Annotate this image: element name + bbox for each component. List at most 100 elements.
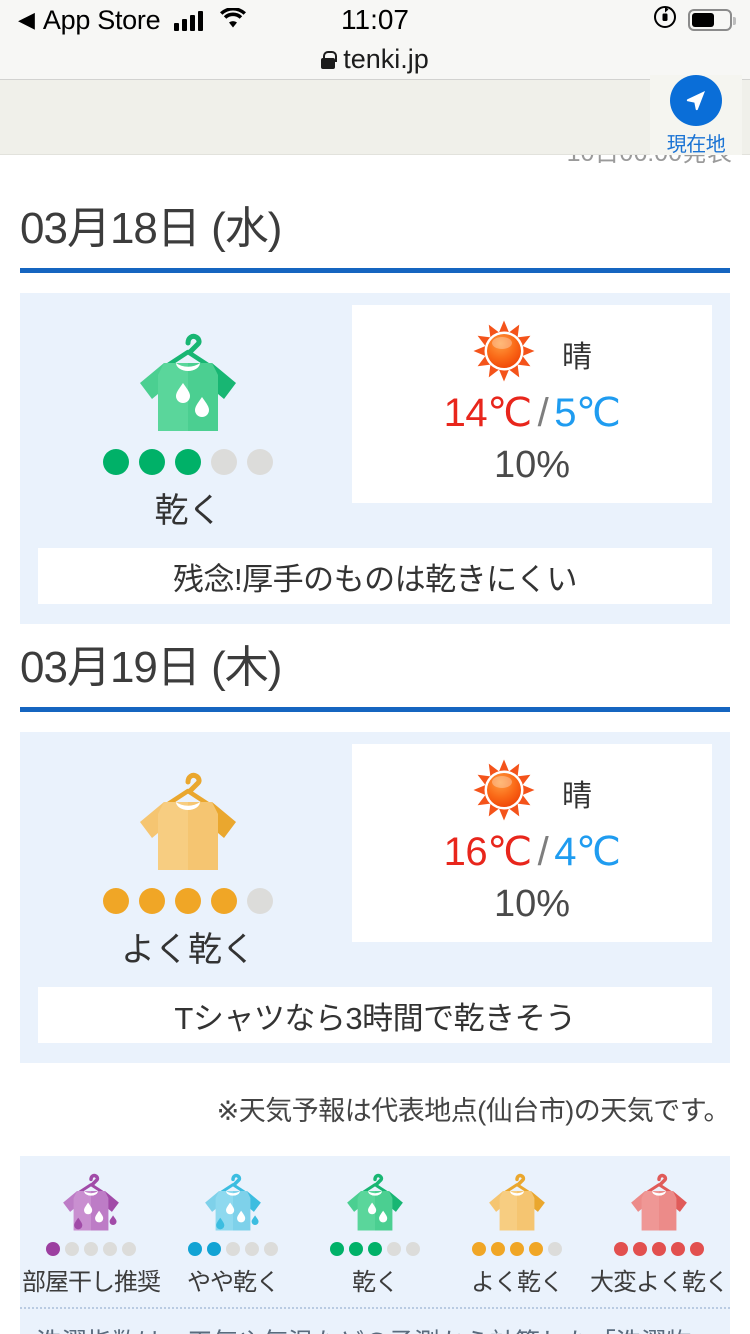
level-dot	[175, 888, 201, 914]
legend-item-5: 大変よく乾く	[588, 1168, 730, 1297]
current-location-button[interactable]: 現在地	[650, 75, 742, 157]
level-dot	[510, 1242, 524, 1256]
sun-icon	[472, 319, 536, 388]
legend-level-dots	[614, 1242, 704, 1256]
laundry-level-label: 乾く	[154, 492, 223, 530]
laundry-level-label: よく乾く	[121, 931, 256, 969]
low-temperature: 4℃	[554, 830, 621, 874]
day-divider	[20, 268, 730, 273]
level-dot	[139, 449, 165, 475]
legend-item-3: 乾く	[304, 1168, 446, 1297]
temperature-separator: /	[537, 391, 549, 435]
day-card-0: 乾く 晴 14℃/5℃ 10% 残念!厚手のものは乾きにくい	[20, 293, 730, 624]
level-dot	[247, 449, 273, 475]
legend-level-dots	[46, 1242, 136, 1256]
shirt-icon	[197, 1168, 269, 1234]
temperature-row: 14℃/5℃	[444, 390, 621, 436]
shirt-icon	[126, 746, 250, 876]
legend-label: 大変よく乾く	[590, 1269, 729, 1296]
level-dot	[211, 449, 237, 475]
level-dot	[264, 1242, 278, 1256]
low-temperature: 5℃	[554, 391, 621, 435]
level-dot	[671, 1242, 685, 1256]
shirt-icon	[55, 1168, 127, 1234]
laundry-level-dots	[103, 888, 273, 914]
legend-level-dots	[330, 1242, 420, 1256]
high-temperature: 16℃	[443, 830, 532, 874]
level-dot	[368, 1242, 382, 1256]
weather-panel-0: 晴 14℃/5℃ 10%	[352, 305, 712, 503]
laundry-index-legend: 部屋干し推奨 やや乾く 乾く よく乾く 大変よく乾く	[20, 1156, 730, 1307]
temperature-separator: /	[537, 830, 549, 874]
lock-icon	[321, 50, 338, 69]
level-dot	[472, 1242, 486, 1256]
level-dot	[690, 1242, 704, 1256]
level-dot	[491, 1242, 505, 1256]
shirt-icon	[481, 1168, 553, 1234]
day-header-0: 03月18日 (水)	[0, 185, 750, 273]
level-dot	[207, 1242, 221, 1256]
level-dot	[247, 888, 273, 914]
day-header-1: 03月19日 (木)	[0, 624, 750, 712]
level-dot	[548, 1242, 562, 1256]
browser-url-bar[interactable]: tenki.jp	[0, 40, 750, 80]
level-dot	[614, 1242, 628, 1256]
day-card-top: よく乾く 晴 16℃/4℃ 10%	[38, 744, 712, 971]
level-dot	[349, 1242, 363, 1256]
legend-item-2: やや乾く	[162, 1168, 304, 1297]
weather-condition-label: 晴	[562, 340, 592, 374]
clipped-announcement-row: 10日06:00発表	[0, 155, 750, 185]
day-date-label: 03月19日 (木)	[20, 643, 282, 692]
legend-item-1: 部屋干し推奨	[20, 1168, 162, 1297]
legend-label: 部屋干し推奨	[22, 1269, 161, 1296]
weather-condition-row: 晴	[472, 319, 592, 388]
shirt-icon	[623, 1168, 695, 1234]
weather-panel-1: 晴 16℃/4℃ 10%	[352, 744, 712, 942]
laundry-comment-1: Tシャツなら3時間で乾きそう	[38, 987, 712, 1043]
level-dot	[211, 888, 237, 914]
level-dot	[633, 1242, 647, 1256]
weather-condition-label: 晴	[562, 779, 592, 813]
precipitation-probability: 10%	[493, 444, 571, 486]
level-dot	[103, 449, 129, 475]
level-dot	[652, 1242, 666, 1256]
level-dot	[122, 1242, 136, 1256]
legend-label: やや乾く	[187, 1269, 280, 1296]
precipitation-probability: 10%	[493, 883, 571, 925]
legend-level-dots	[188, 1242, 278, 1256]
laundry-comment-0: 残念!厚手のものは乾きにくい	[38, 548, 712, 604]
ios-status-bar: ◀ App Store 11:07	[0, 0, 750, 40]
level-dot	[103, 888, 129, 914]
level-dot	[529, 1242, 543, 1256]
legend-label: 乾く	[352, 1269, 399, 1296]
level-dot	[175, 449, 201, 475]
level-dot	[406, 1242, 420, 1256]
laundry-index-explanation: 洗濯指数は、天気や気温などの予測から計算した「洗濯物の乾きやすさ」を表しています…	[20, 1307, 730, 1334]
legend-level-dots	[472, 1242, 562, 1256]
legend-item-4: よく乾く	[446, 1168, 588, 1297]
page-header-strip: 現在地	[0, 75, 750, 157]
level-dot	[65, 1242, 79, 1256]
weather-condition-row: 晴	[472, 758, 592, 827]
high-temperature: 14℃	[443, 391, 532, 435]
shirt-icon	[339, 1168, 411, 1234]
status-bar-clock: 11:07	[341, 4, 409, 35]
level-dot	[226, 1242, 240, 1256]
navigation-arrow-icon	[670, 75, 722, 126]
day-card-1: よく乾く 晴 16℃/4℃ 10% Tシャツなら3時間で乾きそう	[20, 732, 730, 1063]
shirt-icon	[126, 307, 250, 437]
level-dot	[330, 1242, 344, 1256]
clipped-announcement-text: 10日06:00発表	[567, 155, 732, 169]
battery-icon	[688, 9, 736, 31]
url-text[interactable]: tenki.jp	[343, 44, 429, 75]
laundry-level-dots	[103, 449, 273, 475]
level-dot	[387, 1242, 401, 1256]
representative-point-note: ※天気予報は代表地点(仙台市)の天気です。	[216, 1096, 731, 1126]
sun-icon	[472, 758, 536, 827]
day-card-top: 乾く 晴 14℃/5℃ 10%	[38, 305, 712, 532]
day-date-label: 03月18日 (水)	[20, 204, 282, 253]
level-dot	[245, 1242, 259, 1256]
level-dot	[188, 1242, 202, 1256]
level-dot	[103, 1242, 117, 1256]
level-dot	[84, 1242, 98, 1256]
